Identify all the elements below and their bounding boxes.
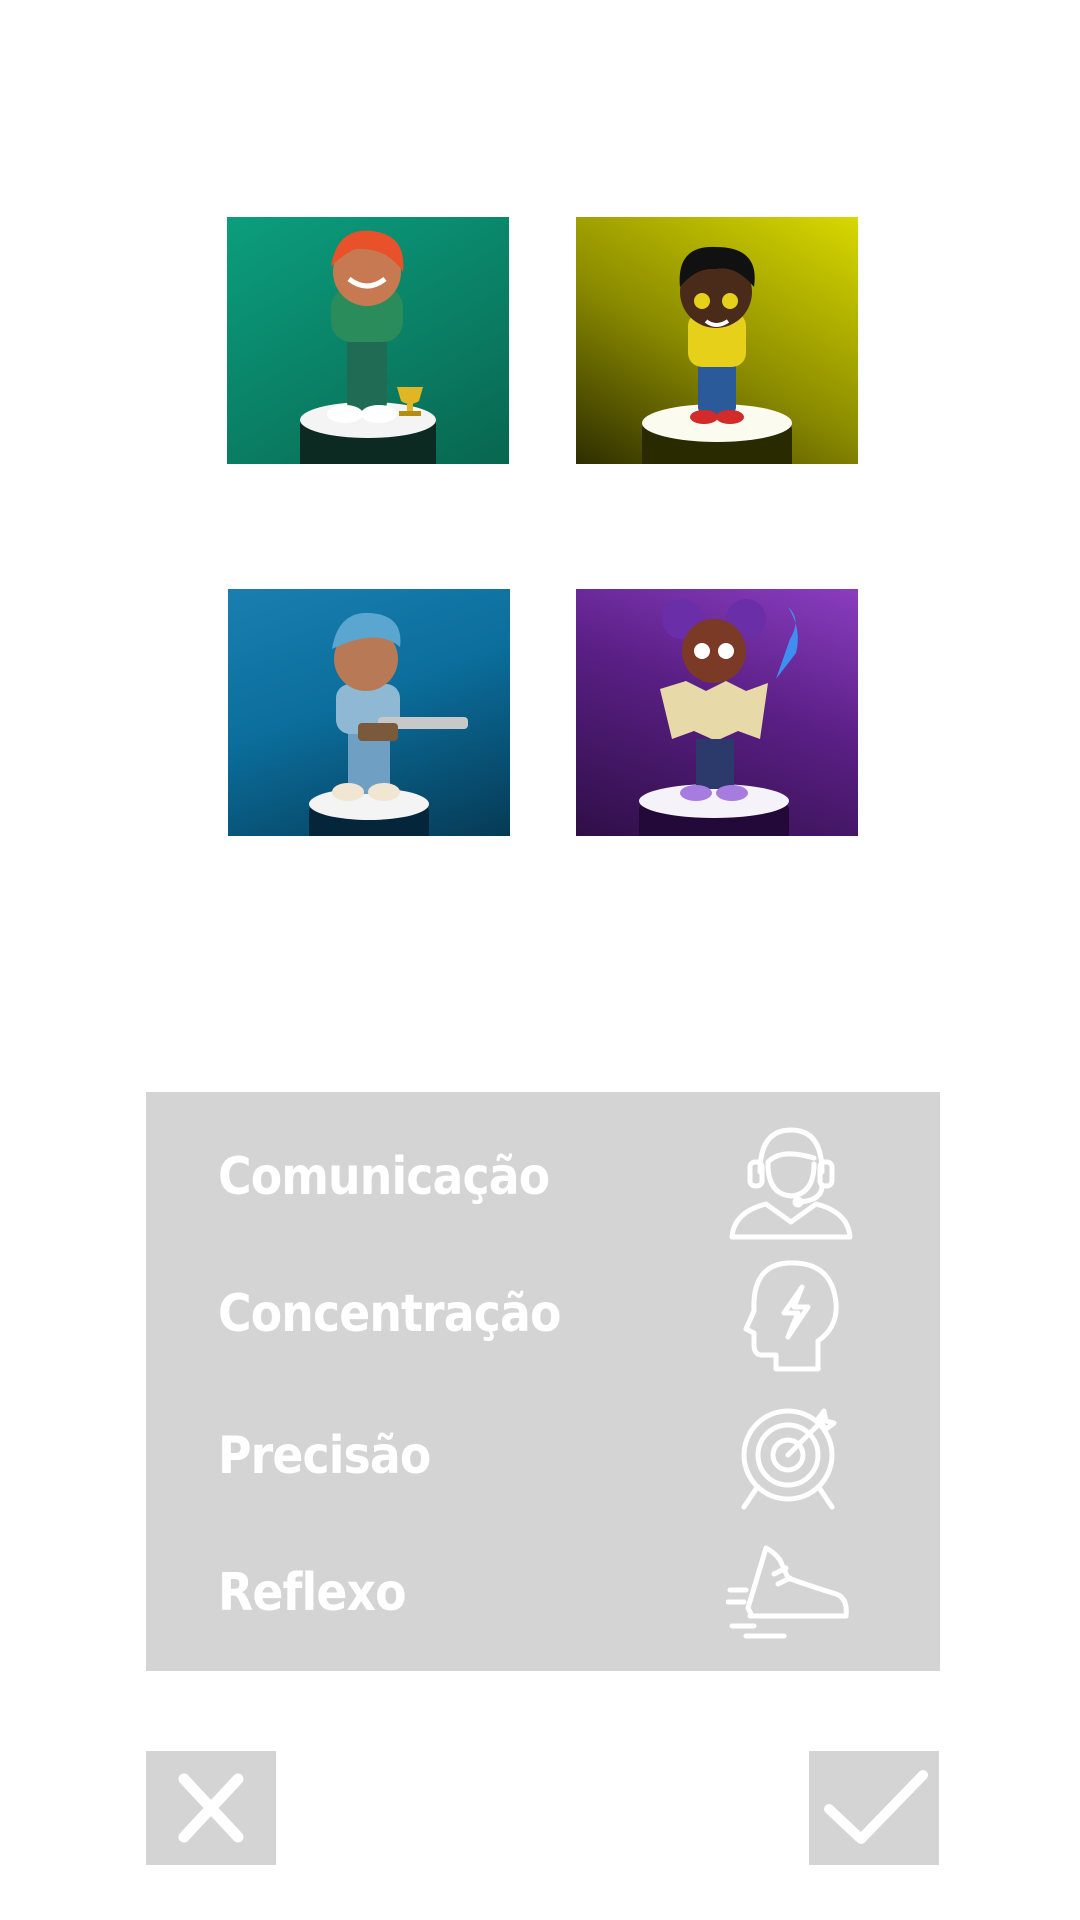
head-lightning-icon <box>726 1249 856 1379</box>
character-card-blue[interactable] <box>228 589 510 836</box>
skill-row-comunicacao: Comunicação <box>146 1117 940 1240</box>
skill-label: Reflexo <box>218 1563 407 1623</box>
skill-row-concentracao: Concentração <box>146 1254 940 1374</box>
character-illustration <box>642 246 792 464</box>
character-card-yellow[interactable] <box>576 217 858 464</box>
skill-label: Comunicação <box>218 1147 550 1207</box>
character-card-purple[interactable] <box>576 589 858 836</box>
headset-user-icon <box>726 1112 856 1242</box>
character-card-green[interactable] <box>227 217 509 464</box>
skill-row-precisao: Precisão <box>146 1396 940 1516</box>
skill-label: Precisão <box>218 1426 431 1486</box>
confirm-button[interactable] <box>809 1751 939 1865</box>
skill-label: Concentração <box>218 1284 561 1344</box>
target-icon <box>726 1391 856 1521</box>
character-illustration <box>639 599 798 836</box>
check-icon <box>824 1770 928 1844</box>
character-illustration <box>300 230 436 464</box>
running-shoe-icon <box>726 1528 856 1658</box>
skill-row-reflexo: Reflexo <box>146 1533 940 1653</box>
cancel-button[interactable] <box>146 1751 276 1865</box>
close-icon <box>178 1773 244 1843</box>
skills-panel: Comunicação Concentração Precisão Reflex… <box>146 1092 940 1671</box>
character-illustration <box>309 612 468 836</box>
